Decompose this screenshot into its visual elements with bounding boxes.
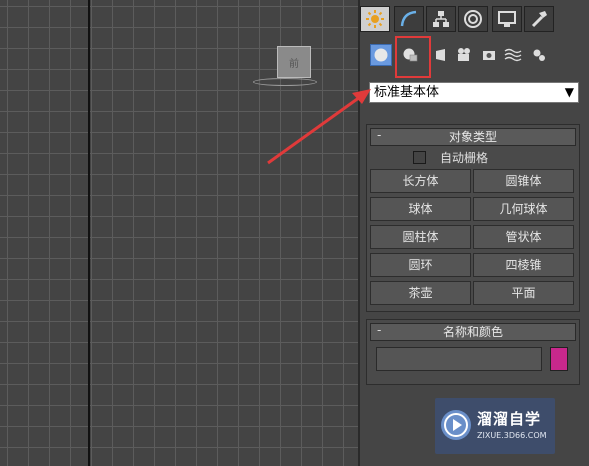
light-icon <box>436 49 445 61</box>
primitive-type-dropdown[interactable]: 标准基本体 ▼ <box>369 82 579 103</box>
autogrid-checkbox[interactable] <box>413 150 426 164</box>
watermark-url: ZIXUE.3D66.COM <box>477 431 547 440</box>
curve-icon <box>400 10 417 27</box>
viewcube[interactable]: 前 <box>253 44 317 88</box>
systems-category-button[interactable] <box>528 44 550 66</box>
cone-button[interactable]: 圆锥体 <box>473 169 574 193</box>
viewport-perspective[interactable]: 前 <box>0 0 360 466</box>
collapse-minus[interactable]: - <box>377 127 381 143</box>
autogrid-label: 自动栅格 <box>440 150 489 165</box>
sun-icon <box>366 10 384 28</box>
camera-icon <box>458 48 470 61</box>
teapot-button[interactable]: 茶壶 <box>370 281 471 305</box>
sphere-button[interactable]: 球体 <box>370 197 471 221</box>
motion-tab[interactable] <box>458 6 488 32</box>
object-type-rollout-header[interactable]: - 对象类型 <box>370 128 576 146</box>
name-and-color-title: 名称和颜色 <box>442 325 503 339</box>
world-axis-line <box>88 0 90 466</box>
cameras-category-button[interactable] <box>454 44 476 66</box>
watermark-logo: 溜溜自学 ZIXUE.3D66.COM <box>435 398 555 454</box>
object-color-swatch[interactable] <box>550 347 568 371</box>
box-button[interactable]: 长方体 <box>370 169 471 193</box>
geosphere-button[interactable]: 几何球体 <box>473 197 574 221</box>
hierarchy-tab[interactable] <box>426 6 456 32</box>
object-name-field[interactable] <box>376 347 542 371</box>
display-tab[interactable] <box>492 6 522 32</box>
tape-icon <box>483 51 495 60</box>
utilities-tab[interactable] <box>524 6 554 32</box>
wave-icon <box>504 48 522 62</box>
watermark-title: 溜溜自学 <box>477 410 542 428</box>
lights-category-button[interactable] <box>430 44 452 66</box>
play-logo-icon <box>441 410 471 440</box>
chevron-down-icon[interactable]: ▼ <box>565 83 574 102</box>
modify-tab[interactable] <box>394 6 424 32</box>
name-and-color-rollout-header[interactable]: - 名称和颜色 <box>370 323 576 341</box>
dropdown-value: 标准基本体 <box>374 85 440 100</box>
create-tab[interactable] <box>360 6 390 32</box>
cylinder-button[interactable]: 圆柱体 <box>370 225 471 249</box>
viewcube-ring[interactable] <box>253 78 317 86</box>
sphere-icon <box>374 48 388 62</box>
object-type-rollout: - 对象类型 自动栅格 长方体 圆锥体 球体 几何球体 圆柱体 管状体 圆环 四… <box>366 124 580 312</box>
torus-button[interactable]: 圆环 <box>370 253 471 277</box>
object-type-title: 对象类型 <box>448 130 497 144</box>
viewcube-face[interactable]: 前 <box>277 46 311 78</box>
hierarchy-icon <box>433 11 449 27</box>
autogrid-checkbox-row[interactable]: 自动栅格 <box>413 149 488 165</box>
pyramid-button[interactable]: 四棱锥 <box>473 253 574 277</box>
name-and-color-rollout: - 名称和颜色 <box>366 319 580 385</box>
tube-button[interactable]: 管状体 <box>473 225 574 249</box>
monitor-icon <box>498 11 516 27</box>
plane-button[interactable]: 平面 <box>473 281 574 305</box>
geometry-category-button[interactable] <box>370 44 392 66</box>
hammer-icon <box>531 11 547 28</box>
space-warps-category-button[interactable] <box>502 44 524 66</box>
helpers-category-button[interactable] <box>478 44 500 66</box>
collapse-minus[interactable]: - <box>377 322 381 338</box>
motion-icon <box>464 10 482 28</box>
gears-icon <box>533 49 545 61</box>
command-panel: 标准基本体 ▼ - 对象类型 自动栅格 长方体 圆锥体 球体 几何球体 圆柱体 … <box>360 0 589 466</box>
command-panel-tabs <box>360 4 589 32</box>
shapes-highlight-box <box>395 36 431 78</box>
